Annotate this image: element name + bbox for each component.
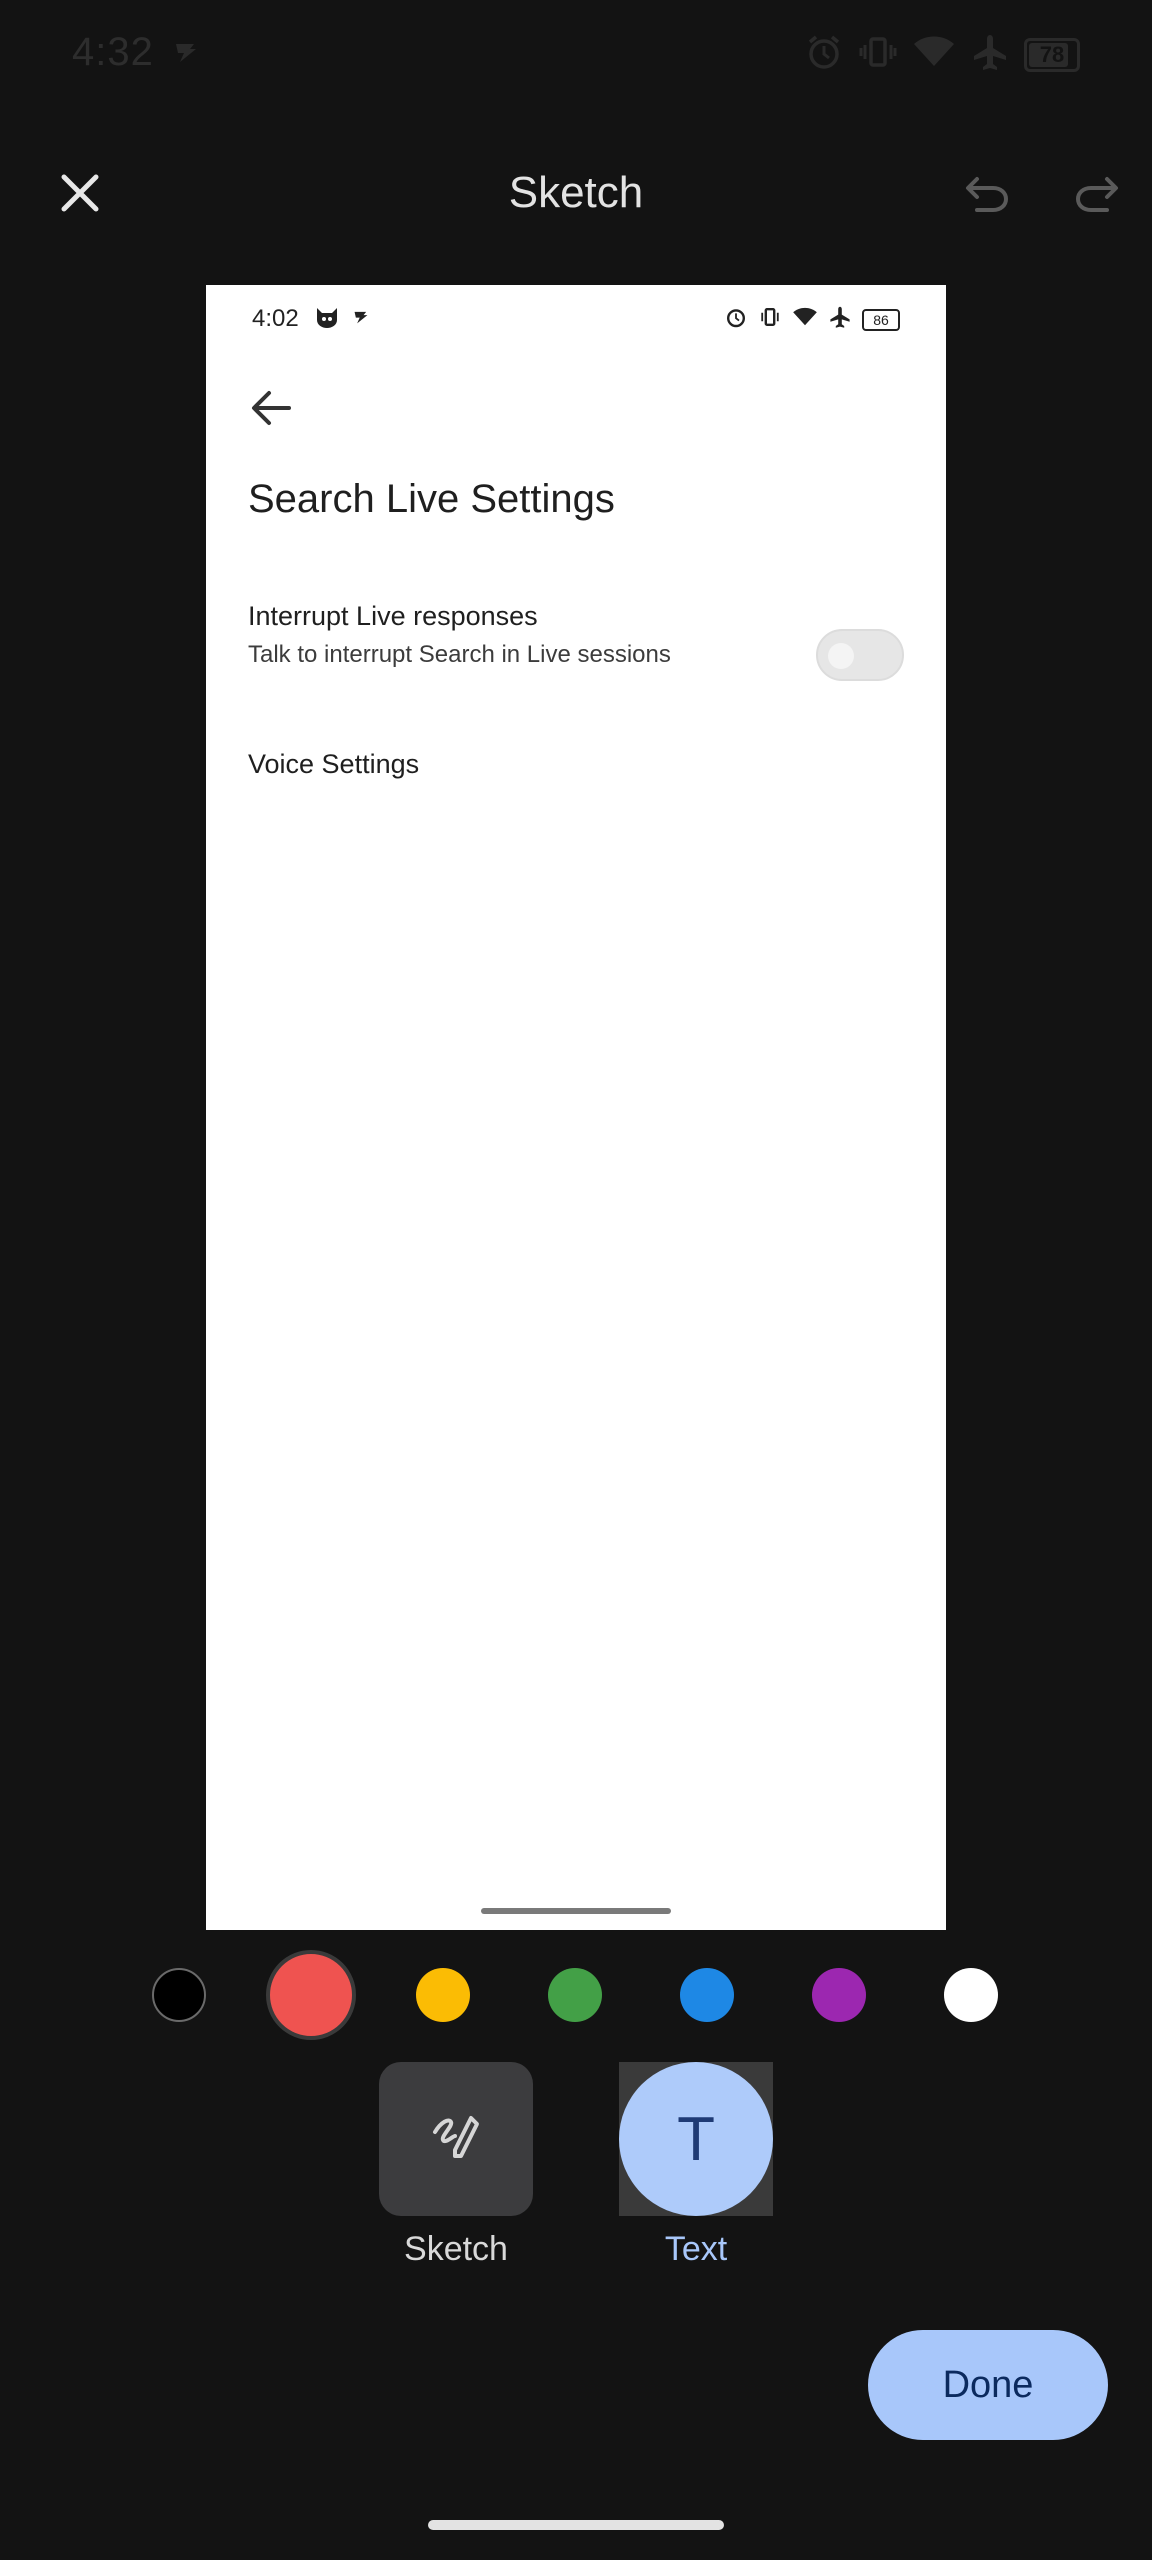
- redo-icon: [1071, 171, 1121, 220]
- canvas-gesture-bar: [481, 1908, 671, 1914]
- top-app-bar: Sketch: [0, 140, 1152, 250]
- sketch-label: Sketch: [404, 2230, 508, 2268]
- interrupt-toggle: [816, 629, 904, 681]
- setting-label: Interrupt Live responses: [248, 601, 538, 631]
- canvas-status-time: 4:02: [252, 305, 299, 332]
- color-blue[interactable]: [680, 1968, 734, 2022]
- sketch-canvas[interactable]: 4:02 86 Search Live Settings Interrupt L…: [206, 285, 946, 1930]
- sketch-tool[interactable]: Sketch: [379, 2062, 533, 2269]
- status-time: 4:32: [72, 30, 154, 74]
- alarm-icon: [804, 32, 844, 77]
- wifi-icon: [912, 32, 956, 77]
- undo-icon: [963, 171, 1013, 220]
- redo-button[interactable]: [1056, 155, 1136, 235]
- status-icons: 78: [804, 32, 1080, 77]
- done-button[interactable]: Done: [868, 2330, 1108, 2440]
- color-yellow[interactable]: [416, 1968, 470, 2022]
- text-tool[interactable]: T Text: [619, 2062, 773, 2269]
- settings-title: Search Live Settings: [248, 477, 615, 521]
- status-bar: 4:32 78: [0, 0, 1152, 110]
- battery-icon: 78: [1024, 37, 1080, 72]
- color-green[interactable]: [548, 1968, 602, 2022]
- text-button[interactable]: T: [619, 2062, 773, 2216]
- interrupt-setting-row: Interrupt Live responses Talk to interru…: [248, 601, 904, 691]
- color-red[interactable]: [266, 1950, 356, 2040]
- undo-button[interactable]: [948, 155, 1028, 235]
- color-white[interactable]: [944, 1968, 998, 2022]
- notification-icon: [352, 309, 370, 330]
- canvas-status-bar: 4:02 86: [206, 285, 946, 355]
- voice-settings-label: Voice Settings: [248, 749, 420, 779]
- alarm-icon: [724, 305, 748, 334]
- vibrate-icon: [858, 32, 898, 77]
- airplane-icon: [970, 32, 1010, 77]
- battery-level: 78: [1039, 41, 1065, 67]
- color-purple[interactable]: [812, 1968, 866, 2022]
- notification-icon: [172, 40, 200, 69]
- pencil-icon: [425, 2106, 487, 2173]
- gesture-bar[interactable]: [428, 2520, 724, 2530]
- color-black[interactable]: [152, 1968, 206, 2022]
- sketch-button[interactable]: [379, 2062, 533, 2216]
- text-icon: T: [677, 2104, 715, 2174]
- color-palette: [0, 1950, 1152, 2040]
- wifi-icon: [792, 305, 818, 334]
- vibrate-icon: [758, 305, 782, 334]
- setting-description: Talk to interrupt Search in Live session…: [248, 641, 671, 668]
- battery-icon: 86: [862, 308, 900, 331]
- airplane-icon: [828, 305, 852, 334]
- back-arrow-icon: [236, 373, 306, 443]
- text-label: Text: [664, 2230, 728, 2268]
- cat-icon: [314, 305, 340, 334]
